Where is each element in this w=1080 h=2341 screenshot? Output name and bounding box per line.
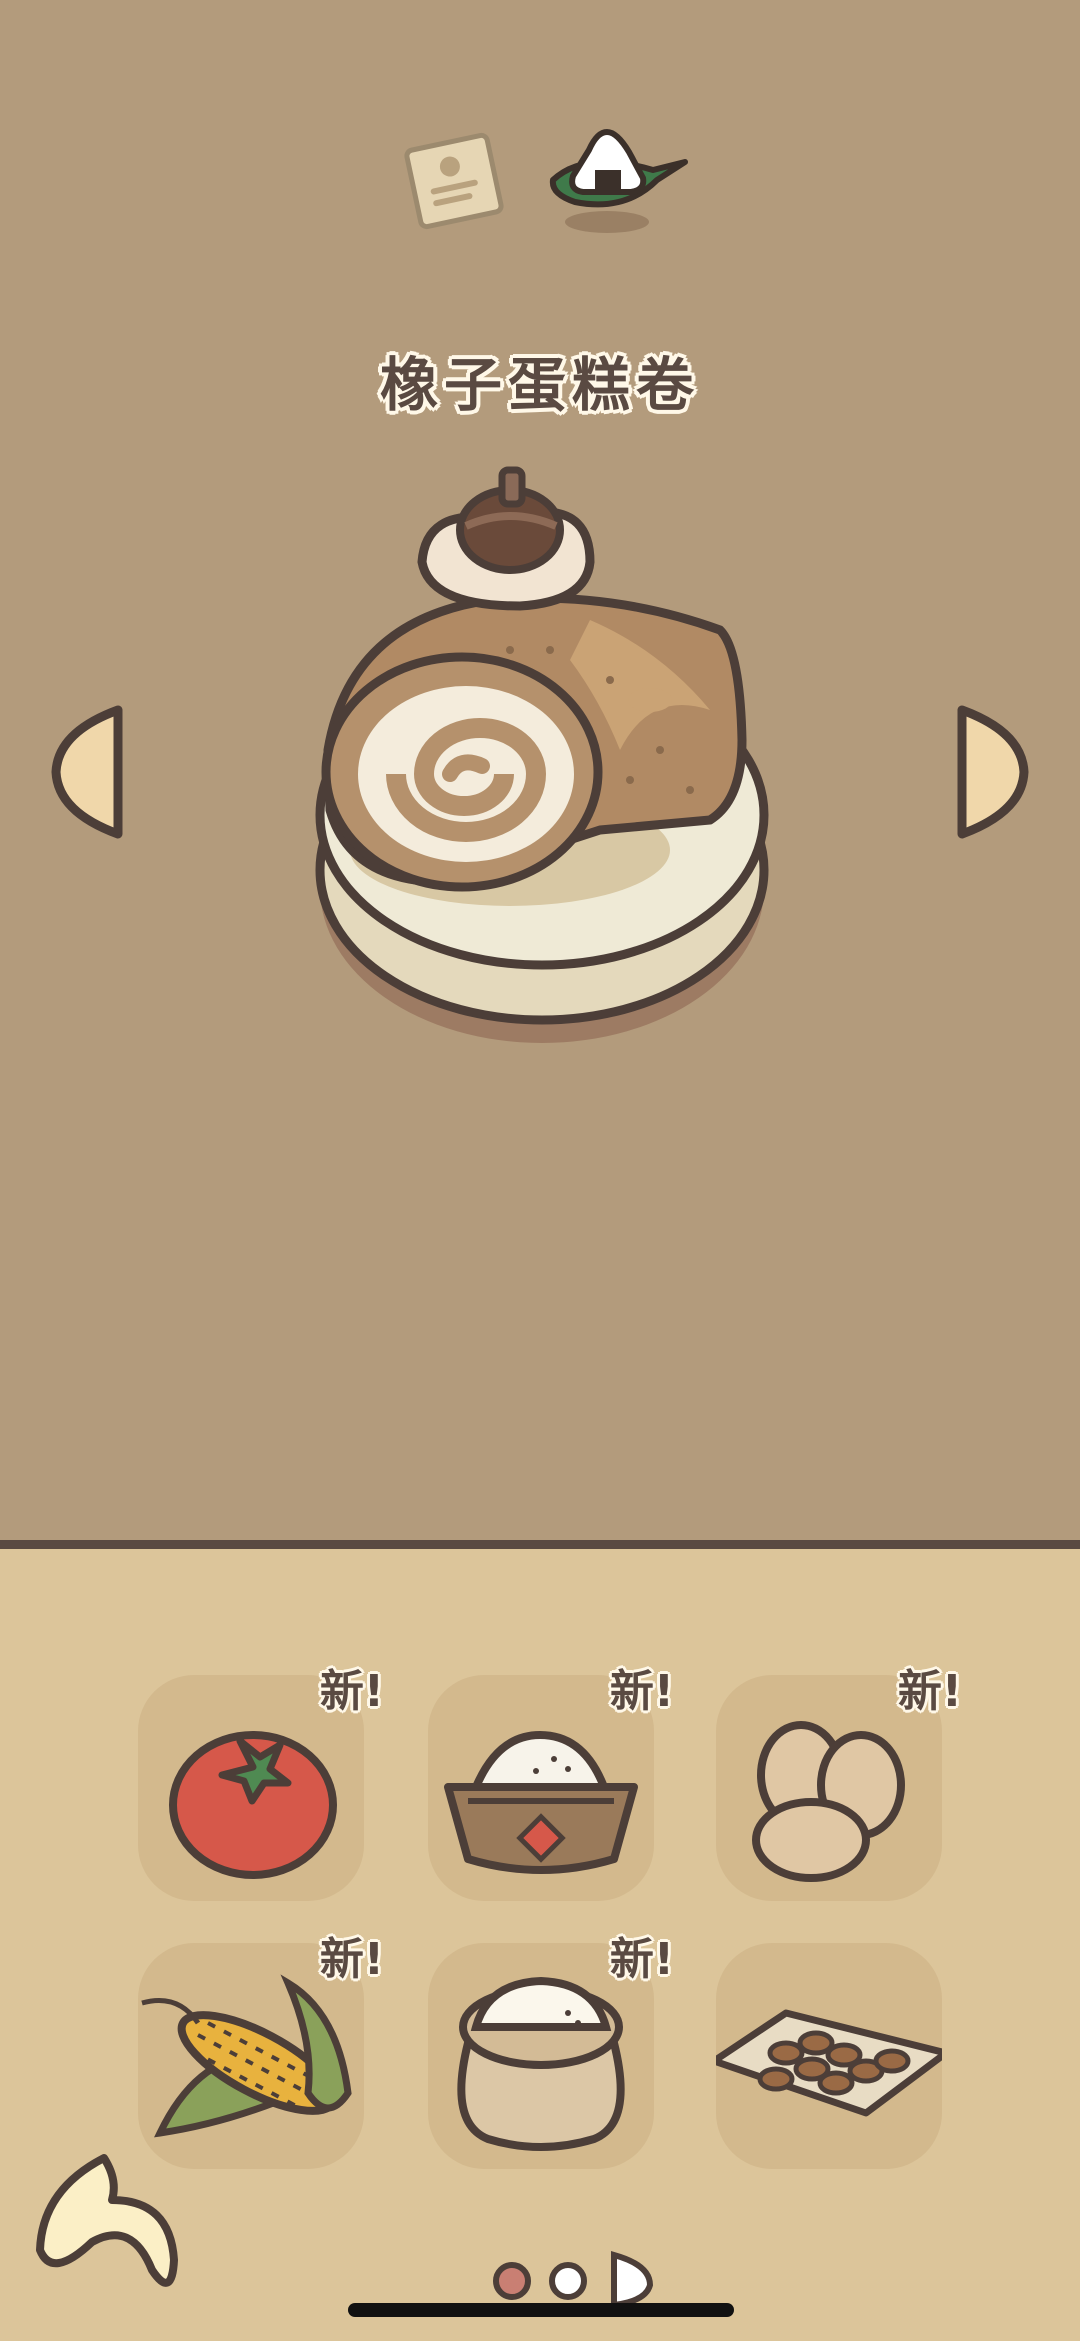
nuts-icon	[716, 2009, 942, 2117]
onigiri-leaf-icon[interactable]	[545, 120, 695, 240]
back-arrow-icon[interactable]	[32, 2150, 182, 2300]
ingredient-slot-corn[interactable]: 新!	[138, 1934, 384, 2169]
ingredient-slot-flour-sack[interactable]: 新!	[428, 1934, 674, 2169]
new-badge: 新!	[609, 1934, 674, 1985]
page-dot-partial	[611, 2251, 654, 2305]
ingredient-slot-eggs[interactable]: 新!	[716, 1666, 962, 1901]
ingredient-slot-nuts[interactable]	[716, 1943, 942, 2169]
page-dot	[549, 2262, 587, 2300]
new-badge: 新!	[897, 1666, 962, 1717]
dish-title: 橡子蛋糕卷	[379, 351, 700, 419]
new-badge: 新!	[319, 1934, 384, 1985]
recipe-note-icon[interactable]	[395, 122, 513, 240]
new-badge: 新!	[319, 1666, 384, 1717]
next-dish-button[interactable]	[952, 702, 1032, 842]
page-indicator	[493, 2251, 654, 2305]
ingredient-slot-tomato[interactable]: 新!	[138, 1666, 384, 1901]
page-dot-current	[493, 2262, 531, 2300]
ingredient-slot-rice-bowl[interactable]: 新!	[428, 1666, 674, 1901]
new-badge: 新!	[609, 1666, 674, 1717]
previous-dish-button[interactable]	[48, 702, 128, 842]
section-divider	[0, 1540, 1080, 1549]
acorn-cake-roll-illustration	[315, 466, 769, 1043]
home-indicator	[348, 2303, 734, 2317]
